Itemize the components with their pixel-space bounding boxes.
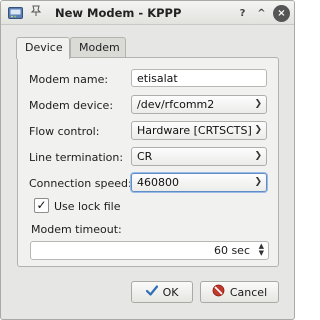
ok-label: OK — [162, 285, 179, 299]
chevron-down-icon: ❯ — [254, 177, 262, 187]
modem-timeout-value: 60 sec — [213, 244, 250, 257]
connection-speed-label: Connection speed: — [29, 177, 132, 190]
spin-arrows-icon[interactable]: ▲ ▼ — [259, 243, 264, 257]
close-icon[interactable]: × — [273, 5, 290, 22]
flow-control-value: Hardware [CRTSCTS] — [137, 124, 252, 137]
tab-modem[interactable]: Modem — [70, 37, 126, 58]
chevron-down-icon: ❯ — [254, 151, 262, 161]
titlebar[interactable]: New Modem - KPPP ? ^ × — [1, 1, 294, 25]
connection-speed-select[interactable]: 460800 ❯ — [131, 173, 267, 192]
chevron-down-icon: ❯ — [254, 125, 262, 135]
tab-device-label: Device — [25, 41, 63, 54]
lock-file-checkbox[interactable]: ✓ — [34, 198, 49, 213]
cancel-button[interactable]: Cancel — [200, 281, 279, 303]
lock-file-label[interactable]: Use lock file — [54, 200, 121, 213]
modem-timeout-label: Modem timeout: — [31, 223, 122, 236]
modem-device-select[interactable]: /dev/rfcomm2 ❯ — [131, 95, 267, 114]
flow-control-select[interactable]: Hardware [CRTSCTS] ❯ — [131, 121, 267, 140]
cancel-icon — [212, 284, 225, 300]
modem-name-label: Modem name: — [29, 73, 109, 86]
flow-control-label: Flow control: — [29, 125, 100, 138]
tab-device[interactable]: Device — [16, 37, 70, 59]
modem-device-label: Modem device: — [29, 99, 114, 112]
cancel-label: Cancel — [229, 285, 268, 299]
modem-timeout-spinbox[interactable]: 60 sec ▲ ▼ — [30, 241, 269, 260]
connection-speed-value: 460800 — [137, 176, 179, 189]
line-termination-select[interactable]: CR ❯ — [131, 147, 267, 166]
modem-name-input[interactable]: etisalat — [131, 69, 267, 87]
chevron-down-icon: ❯ — [254, 99, 262, 109]
minimize-icon[interactable]: ^ — [253, 5, 270, 22]
line-termination-value: CR — [137, 150, 153, 163]
check-icon: ✓ — [36, 198, 47, 212]
ok-button[interactable]: OK — [131, 281, 193, 303]
check-icon — [145, 285, 158, 299]
modem-device-value: /dev/rfcomm2 — [137, 98, 215, 111]
help-icon[interactable]: ? — [234, 5, 251, 22]
window-title: New Modem - KPPP — [55, 6, 182, 20]
line-termination-label: Line termination: — [29, 151, 124, 164]
tab-modem-label: Modem — [79, 41, 120, 54]
kppp-app-icon — [8, 6, 23, 20]
dialog-window: New Modem - KPPP ? ^ × Device Modem Mode… — [0, 0, 295, 320]
pin-icon[interactable] — [28, 5, 44, 21]
